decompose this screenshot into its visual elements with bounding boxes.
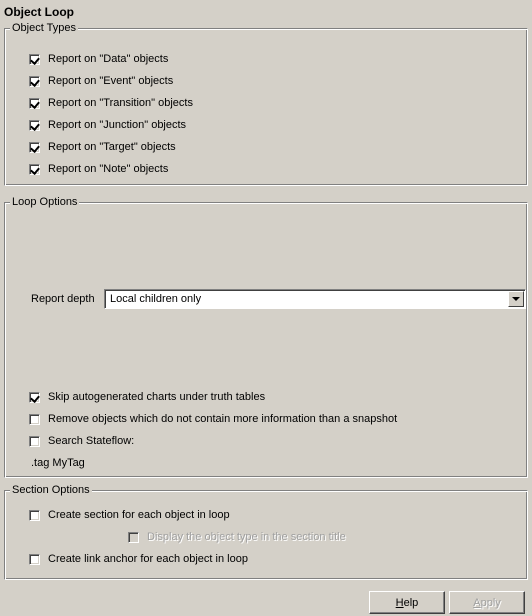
remove-objects-checkbox[interactable]: Remove objects which do not contain more…	[29, 411, 397, 427]
checkbox-box[interactable]	[29, 163, 40, 175]
report-note-checkbox[interactable]: Report on "Note" objects	[29, 161, 168, 177]
report-event-label: Report on "Event" objects	[48, 75, 174, 87]
help-label-rest: elp	[403, 596, 419, 609]
apply-mnemonic: A	[473, 596, 481, 609]
checkbox-box[interactable]	[29, 53, 40, 65]
report-junction-checkbox[interactable]: Report on "Junction" objects	[29, 117, 186, 133]
skip-autogenerated-checkbox[interactable]: Skip autogenerated charts under truth ta…	[29, 389, 265, 405]
checkbox-box[interactable]	[29, 435, 40, 447]
remove-objects-label: Remove objects which do not contain more…	[48, 413, 398, 425]
display-object-type-label: Display the object type in the section t…	[147, 531, 346, 543]
object-types-legend: Object Types	[10, 22, 78, 34]
checkbox-box[interactable]	[29, 509, 40, 521]
search-stateflow-checkbox[interactable]: Search Stateflow:	[29, 433, 134, 449]
report-depth-label: Report depth	[31, 293, 95, 305]
apply-button[interactable]: Apply	[449, 591, 525, 614]
skip-autogenerated-label: Skip autogenerated charts under truth ta…	[48, 391, 266, 403]
checkbox-box[interactable]	[29, 553, 40, 565]
report-target-label: Report on "Target" objects	[48, 141, 176, 153]
report-data-checkbox[interactable]: Report on "Data" objects	[29, 51, 168, 67]
report-transition-checkbox[interactable]: Report on "Transition" objects	[29, 95, 193, 111]
display-object-type-checkbox[interactable]: Display the object type in the section t…	[128, 529, 346, 545]
report-transition-label: Report on "Transition" objects	[48, 97, 193, 109]
report-note-label: Report on "Note" objects	[48, 163, 169, 175]
object-types-group: Object Types Report on "Data" objects Re…	[4, 22, 528, 186]
report-depth-value: Local children only	[110, 293, 202, 305]
checkbox-box[interactable]	[29, 413, 40, 425]
create-section-label: Create section for each object in loop	[48, 509, 230, 521]
report-depth-select[interactable]: Local children only	[104, 289, 526, 309]
section-options-legend: Section Options	[10, 484, 92, 496]
chevron-down-icon[interactable]	[508, 291, 524, 307]
checkbox-box[interactable]	[29, 119, 40, 131]
report-target-checkbox[interactable]: Report on "Target" objects	[29, 139, 176, 155]
help-mnemonic: H	[395, 596, 404, 609]
create-section-checkbox[interactable]: Create section for each object in loop	[29, 507, 230, 523]
report-data-label: Report on "Data" objects	[48, 53, 169, 65]
checkbox-box[interactable]	[29, 75, 40, 87]
create-link-anchor-checkbox[interactable]: Create link anchor for each object in lo…	[29, 551, 248, 567]
checkbox-box[interactable]	[29, 97, 40, 109]
apply-label-rest: pply	[480, 596, 501, 609]
checkbox-box[interactable]	[29, 391, 40, 403]
checkbox-box[interactable]	[128, 531, 139, 543]
search-stateflow-text: .tag MyTag	[31, 457, 85, 469]
create-link-anchor-label: Create link anchor for each object in lo…	[48, 553, 248, 565]
checkbox-box[interactable]	[29, 141, 40, 153]
search-stateflow-label: Search Stateflow:	[48, 435, 135, 447]
report-junction-label: Report on "Junction" objects	[48, 119, 187, 131]
help-button[interactable]: Help	[369, 591, 445, 614]
loop-options-legend: Loop Options	[10, 196, 80, 208]
report-event-checkbox[interactable]: Report on "Event" objects	[29, 73, 173, 89]
panel-title: Object Loop	[4, 5, 74, 19]
